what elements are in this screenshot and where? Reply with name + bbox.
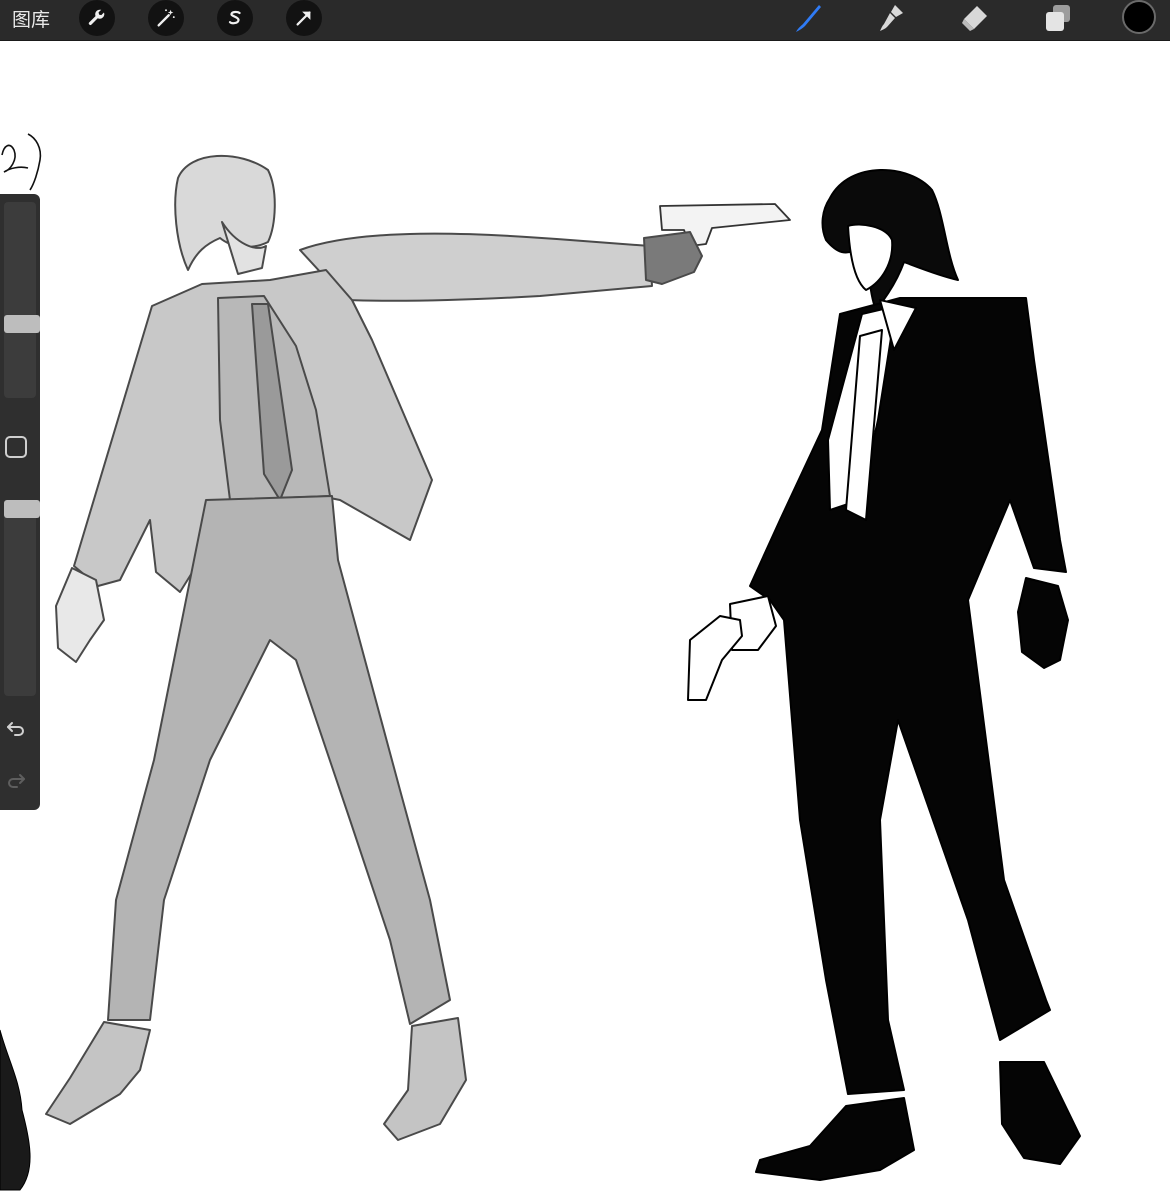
opacity-slider[interactable] — [4, 500, 40, 696]
redo-icon — [8, 774, 25, 788]
selection-button[interactable] — [217, 0, 253, 36]
drawing-canvas[interactable] — [0, 41, 1170, 1200]
partial-figure-edge — [0, 1029, 31, 1191]
smudge-icon — [880, 5, 903, 31]
black-figure-ink — [687, 169, 1081, 1181]
layers-button[interactable] — [1040, 0, 1076, 36]
gallery-button[interactable]: 图库 — [12, 6, 50, 34]
top-toolbar: 图库 — [0, 0, 1170, 41]
left-sidebar — [0, 194, 40, 810]
layers-icon — [1046, 5, 1070, 31]
transform-button[interactable] — [286, 0, 322, 36]
opacity-thumb[interactable] — [4, 500, 40, 518]
eraser-tool-button[interactable] — [956, 0, 992, 36]
redo-button[interactable] — [2, 766, 30, 794]
brush-tool-button[interactable] — [790, 0, 826, 36]
handwritten-note — [1, 133, 42, 191]
modify-square-icon[interactable] — [5, 436, 27, 458]
selection-s-icon — [228, 10, 241, 25]
magic-wand-icon — [157, 9, 175, 27]
brush-size-slider[interactable] — [4, 202, 40, 398]
grey-figure-sketch — [45, 154, 791, 1141]
eraser-icon — [962, 6, 987, 31]
wrench-icon — [88, 9, 105, 25]
undo-icon — [7, 722, 24, 736]
color-picker-button[interactable] — [1122, 0, 1156, 34]
adjustments-button[interactable] — [148, 0, 184, 36]
transform-arrow-icon — [296, 11, 311, 26]
actions-button[interactable] — [79, 0, 115, 36]
brush-size-thumb[interactable] — [4, 315, 40, 333]
canvas-artwork — [0, 133, 1081, 1191]
undo-button[interactable] — [2, 714, 30, 742]
brush-icon — [796, 5, 821, 32]
smudge-tool-button[interactable] — [872, 0, 908, 36]
